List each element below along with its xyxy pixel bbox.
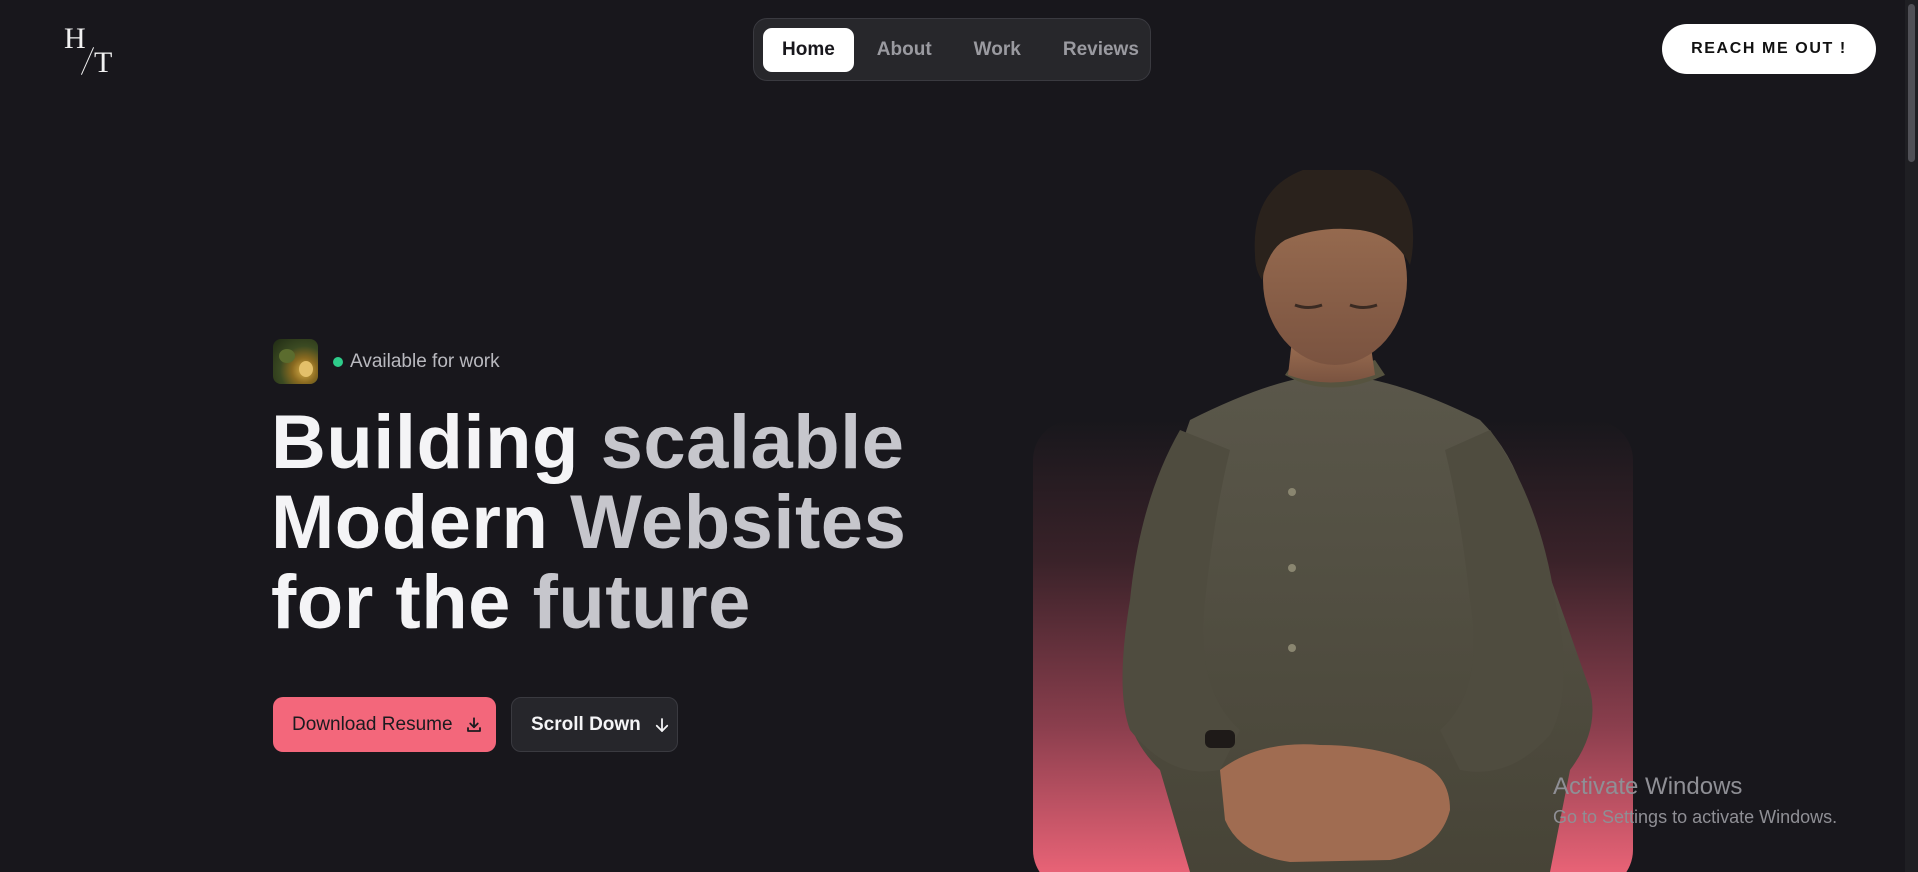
- hero-headline: Building scalable Modern Websites for th…: [271, 403, 906, 643]
- availability-badge: Available for work: [273, 339, 500, 384]
- activate-windows-subtitle: Go to Settings to activate Windows.: [1553, 807, 1838, 827]
- scrollbar-thumb[interactable]: [1908, 4, 1915, 162]
- nav-item-home[interactable]: Home: [763, 27, 854, 72]
- portrait-image: [1122, 170, 1593, 872]
- logo[interactable]: H T: [64, 24, 116, 80]
- arrow-down-icon: [653, 714, 671, 736]
- headline-word: for the: [271, 560, 511, 645]
- headline-word: scalable: [600, 400, 905, 485]
- status-dot-icon: [333, 356, 343, 367]
- headline-word: Modern: [271, 480, 549, 565]
- headline-line-1: Building scalable: [271, 403, 906, 483]
- logo-letter-h: H: [64, 22, 86, 55]
- headline-word: Building: [271, 400, 579, 485]
- page: H T Home About Work Reviews REACH ME OUT…: [0, 0, 1918, 872]
- headline-word: Websites: [570, 480, 907, 565]
- headline-word: future: [532, 560, 751, 645]
- scroll-down-button[interactable]: Scroll Down: [511, 697, 678, 752]
- download-resume-button[interactable]: Download Resume: [273, 697, 496, 752]
- main-nav: Home About Work Reviews: [753, 18, 1151, 81]
- nav-item-work[interactable]: Work: [955, 28, 1040, 72]
- headline-line-2: Modern Websites: [271, 483, 906, 563]
- avatar: [273, 339, 318, 384]
- availability-text: Available for work: [350, 350, 500, 372]
- reach-me-out-button[interactable]: REACH ME OUT !: [1662, 24, 1876, 74]
- logo-letter-t: T: [94, 46, 113, 79]
- download-icon: [465, 714, 483, 736]
- nav-item-about[interactable]: About: [858, 28, 951, 72]
- scroll-down-label: Scroll Down: [531, 713, 641, 735]
- nav-item-reviews[interactable]: Reviews: [1044, 28, 1158, 72]
- scrollbar[interactable]: [1905, 0, 1918, 872]
- download-resume-label: Download Resume: [292, 713, 453, 735]
- activate-windows-title: Activate Windows: [1553, 773, 1743, 800]
- headline-line-3: for the future: [271, 563, 906, 643]
